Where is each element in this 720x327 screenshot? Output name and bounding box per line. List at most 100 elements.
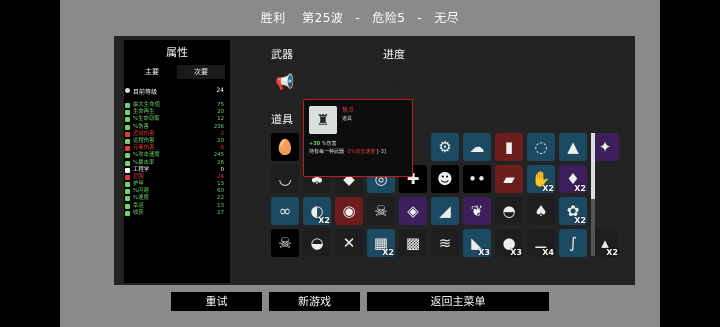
item-slot[interactable]: ∫	[559, 229, 587, 257]
item-quantity: X2	[542, 184, 554, 193]
level-row: 目前等级 24	[124, 87, 230, 97]
item-slot[interactable]: ▮	[495, 133, 523, 161]
item-slot[interactable]: ☻	[431, 165, 459, 193]
item-quantity: X2	[574, 184, 586, 193]
item-slot[interactable]: ✕	[335, 229, 363, 257]
new-game-button[interactable]: 新游戏	[269, 292, 360, 311]
item-slot[interactable]: ▲	[559, 133, 587, 161]
statue-icon: ♜	[316, 111, 330, 129]
stat-row: %攻击速度 245	[124, 152, 230, 159]
item-slot[interactable]: ☠	[271, 229, 299, 257]
stat-label: %暴击率	[133, 159, 155, 166]
mode-label: 无尽	[434, 11, 460, 25]
item-slot[interactable]: 🥚	[271, 133, 299, 161]
left-letterbox	[0, 0, 60, 327]
scroll-thumb[interactable]	[591, 133, 595, 199]
tab-primary[interactable]: 主要	[128, 65, 176, 79]
item-slot[interactable]: ▦ X2	[367, 229, 395, 257]
main-menu-button[interactable]: 返回主菜单	[367, 292, 549, 311]
item-slot[interactable]: ▩	[399, 229, 427, 257]
item-slot[interactable]: ● X3	[495, 229, 523, 257]
egg-icon: 🥚	[275, 137, 295, 156]
dark-blob-icon: ☁	[469, 137, 485, 156]
item-slot[interactable]: ◡	[271, 165, 299, 193]
damage-icon	[125, 124, 130, 130]
stat-row: %生命窃取 12	[124, 116, 230, 123]
stat-value: 22	[217, 195, 224, 202]
tab-secondary[interactable]: 次要	[177, 65, 225, 79]
stat-value: 20	[217, 137, 224, 144]
stats-tabs: 主要 次要	[128, 65, 226, 79]
effect-penalty: -3%攻击速度	[345, 149, 376, 155]
item-slot[interactable]: ≋	[431, 229, 459, 257]
item-slot[interactable]: ☁	[463, 133, 491, 161]
stat-value: 60	[217, 188, 224, 195]
regen-icon	[125, 110, 130, 116]
item-slot[interactable]: ⚙	[431, 133, 459, 161]
elemental-icon	[125, 146, 130, 152]
item-slot[interactable]: ▰	[495, 165, 523, 193]
stat-list: 最大生命值 75 生命再生 20 %生命窃取 12 %伤害 236 近战伤害 -2 远程伤害 20 元素…	[124, 102, 230, 217]
stat-row: 范围 -24	[124, 174, 230, 181]
stat-row: %暴击率 26	[124, 160, 230, 167]
statue-icon: ♜	[390, 72, 404, 91]
item-slot[interactable]: ∞	[271, 197, 299, 225]
item-slot[interactable]: ✦	[591, 133, 619, 161]
item-slot[interactable]: ♠	[527, 197, 555, 225]
stat-value: 245	[213, 152, 224, 159]
stat-value: -2	[218, 130, 224, 137]
item-slot[interactable]: ◈	[399, 197, 427, 225]
heart-icon	[125, 103, 130, 108]
items-scrollbar[interactable]	[591, 133, 595, 256]
weapon-slot[interactable]: 📢	[271, 68, 299, 96]
item-slot[interactable]: ♦ X2	[559, 165, 587, 193]
necklace-icon: ◌	[534, 137, 548, 156]
item-slot[interactable]: ••	[463, 165, 491, 193]
stat-value: -24	[215, 173, 224, 180]
item-slot[interactable]: ☠	[367, 197, 395, 225]
item-slot[interactable]: ◌	[527, 133, 555, 161]
stat-label: 工程学	[133, 166, 150, 173]
item-quantity: X3	[510, 248, 522, 257]
speed-icon	[125, 196, 130, 202]
items-title: 道具	[271, 113, 293, 126]
item-slot[interactable]: ⚊ X4	[527, 229, 555, 257]
red-disc-icon: ◉	[342, 201, 356, 220]
lifesteal-icon	[125, 117, 130, 123]
progress-slot[interactable]: ♜	[383, 68, 411, 96]
item-quantity: X2	[382, 248, 394, 257]
stat-value: -6	[218, 145, 224, 152]
item-slot[interactable]: ◢	[431, 197, 459, 225]
stat-value: 12	[217, 116, 224, 123]
item-quantity: X4	[542, 248, 554, 257]
item-slot[interactable]: ◓	[495, 197, 523, 225]
boot-icon: ▲	[567, 137, 579, 156]
item-slot[interactable]: ❦	[463, 197, 491, 225]
item-slot[interactable]: ✿ X2	[559, 197, 587, 225]
item-tooltip: ♜ 焦点 道具 +30 %伤害 持有每一种武器 -3%攻击速度 [-3]	[303, 99, 413, 177]
stat-row: 幸运 13	[124, 203, 230, 210]
item-slot[interactable]: ◐ X2	[303, 197, 331, 225]
stat-value: 27	[217, 209, 224, 216]
stat-row: %伤害 236	[124, 124, 230, 131]
item-slot[interactable]: ✋ X2	[527, 165, 555, 193]
item-slot[interactable]: ▴ X2	[591, 229, 619, 257]
stat-row: 工程学 0	[124, 167, 230, 174]
retry-button[interactable]: 重试	[171, 292, 262, 311]
danger-label: 危险5	[372, 11, 406, 25]
item-slot[interactable]: ◣ X3	[463, 229, 491, 257]
item-slot[interactable]: ◉	[335, 197, 363, 225]
stat-value: 75	[217, 102, 224, 108]
tooltip-item-name: 焦点	[342, 107, 355, 114]
tooltip-effect-2: 持有每一种武器 -3%攻击速度 [-3]	[309, 148, 386, 155]
tooltip-item-type: 道具	[342, 116, 353, 122]
stat-value: 236	[213, 123, 224, 130]
sep: -	[417, 11, 423, 25]
result-label: 胜利	[260, 11, 286, 25]
attack-speed-icon	[125, 153, 130, 159]
stat-value: 13	[217, 181, 224, 188]
item-slot[interactable]: ◒	[303, 229, 331, 257]
bowl-icon: ◡	[278, 169, 292, 188]
glasses-icon: ∞	[278, 201, 292, 220]
tooltip-effect-1: +30 %伤害	[309, 140, 337, 147]
